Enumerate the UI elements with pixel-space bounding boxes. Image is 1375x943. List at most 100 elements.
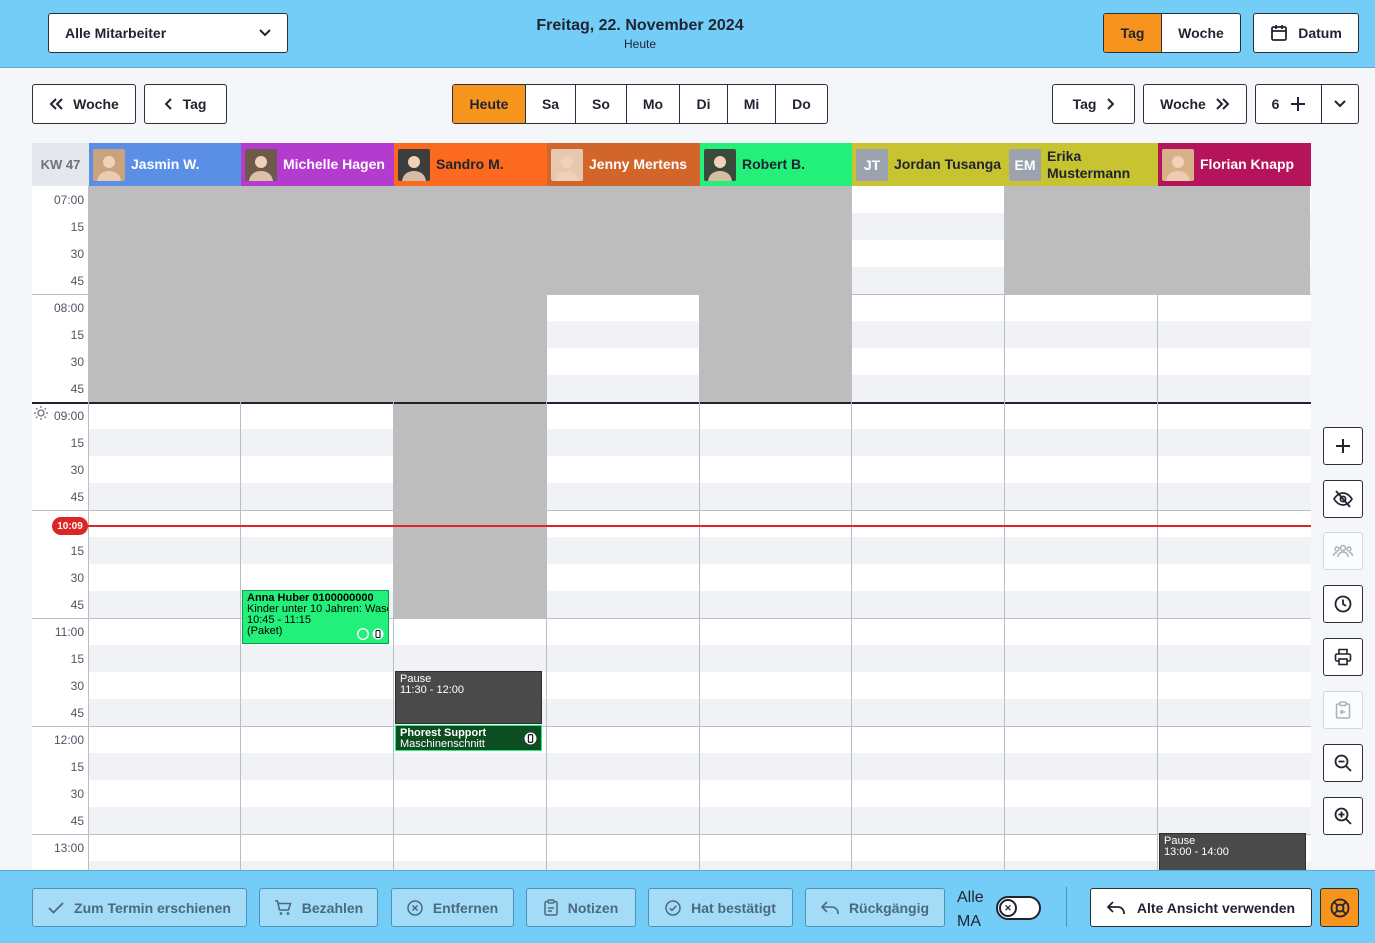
row-band [89, 807, 1311, 834]
employee-name: Jasmin W. [131, 156, 200, 172]
day-do[interactable]: Do [776, 85, 827, 123]
top-bar: Alle Mitarbeiter Freitag, 22. November 2… [0, 0, 1375, 68]
appointment-anna-huber[interactable]: Anna Huber 0100000000 Kinder unter 10 Ja… [242, 590, 389, 644]
prev-day-button[interactable]: Tag [144, 84, 227, 124]
next-day-button[interactable]: Tag [1052, 84, 1135, 124]
undo-label: Rückgängig [848, 899, 930, 916]
print-button[interactable] [1323, 638, 1363, 676]
employee-column-header[interactable]: Sandro M. [394, 143, 547, 186]
view-week-button[interactable]: Woche [1162, 14, 1240, 52]
phone-icon [372, 628, 384, 640]
employee-filter-select[interactable]: Alle Mitarbeiter [48, 13, 288, 53]
clipboard-icon [543, 899, 558, 916]
column-count-dropdown[interactable] [1322, 85, 1358, 123]
old-view-button[interactable]: Alte Ansicht verwenden [1090, 888, 1312, 927]
time-label: 30 [70, 571, 84, 585]
zoom-in-button[interactable] [1323, 797, 1363, 835]
employee-column-header[interactable]: EM Erika Mustermann [1005, 143, 1158, 186]
avatar [551, 148, 583, 181]
remove-button[interactable]: Entfernen [391, 888, 514, 927]
appointment-pause-florian[interactable]: Pause 13:00 - 14:00 [1159, 833, 1306, 870]
time-label: 15 [70, 760, 84, 774]
add-appointment-button[interactable] [1323, 427, 1363, 465]
prev-week-button[interactable]: Woche [32, 84, 136, 124]
arrived-button[interactable]: Zum Termin erschienen [32, 888, 247, 927]
time-button[interactable] [1323, 585, 1363, 623]
heart-icon [357, 628, 369, 640]
double-chevron-left-icon [49, 98, 63, 110]
row-band [89, 645, 1311, 672]
employee-name: Jordan Tusanga [894, 156, 1002, 172]
employee-column-header[interactable]: JT Jordan Tusanga [852, 143, 1005, 186]
time-label: 30 [70, 247, 84, 261]
undo-icon [820, 900, 839, 914]
check-icon [48, 901, 64, 914]
column-divider [851, 186, 852, 870]
help-button[interactable] [1320, 888, 1359, 927]
all-employees-toggle[interactable]: ✕ [996, 896, 1041, 920]
unavailable-block [1005, 186, 1157, 294]
day-mi[interactable]: Mi [728, 85, 776, 123]
all-employees-label: Alle MA [957, 889, 984, 930]
group-button[interactable] [1323, 532, 1363, 570]
check-circle-icon [665, 899, 681, 916]
row-band [89, 699, 1311, 726]
bottom-action-bar: Zum Termin erschienen Bezahlen Entfernen… [0, 870, 1375, 943]
confirmed-button[interactable]: Hat bestätigt [648, 888, 793, 927]
employee-column-header[interactable]: Robert B. [700, 143, 853, 186]
employee-name: Florian Knapp [1200, 156, 1295, 172]
time-label: 15 [70, 652, 84, 666]
x-icon: ✕ [999, 899, 1017, 917]
time-label: 30 [70, 463, 84, 477]
zoom-out-button[interactable] [1323, 744, 1363, 782]
next-week-button[interactable]: Woche [1143, 84, 1247, 124]
pay-button[interactable]: Bezahlen [259, 888, 378, 927]
date-title: Freitag, 22. November 2024 [536, 17, 744, 34]
employee-name: Robert B. [742, 156, 805, 172]
eye-off-icon [1333, 490, 1353, 508]
time-label: 30 [70, 787, 84, 801]
time-label: 45 [70, 598, 84, 612]
notes-button[interactable]: Notizen [526, 888, 636, 927]
life-ring-icon [1330, 898, 1349, 917]
view-day-button[interactable]: Tag [1104, 14, 1162, 52]
clock-icon [1334, 595, 1352, 613]
day-so[interactable]: So [576, 85, 627, 123]
remove-label: Entfernen [432, 899, 499, 916]
clipboard-icon [1335, 701, 1351, 719]
employee-name: Sandro M. [436, 156, 504, 172]
employee-column-header[interactable]: Jasmin W. [89, 143, 242, 186]
appointment-phorest-support[interactable]: Phorest Support Maschinenschnitt [395, 725, 542, 751]
arrived-label: Zum Termin erschienen [74, 899, 231, 916]
day-today[interactable]: Heute [453, 85, 526, 123]
time-label: 15 [70, 220, 84, 234]
employee-column-header[interactable]: Florian Knapp [1158, 143, 1311, 186]
paste-button[interactable] [1323, 691, 1363, 729]
column-count-add-button[interactable]: 6 [1256, 85, 1322, 123]
day-di[interactable]: Di [680, 85, 728, 123]
undo-button[interactable]: Rückgängig [805, 888, 945, 927]
day-mo[interactable]: Mo [627, 85, 680, 123]
day-sa[interactable]: Sa [526, 85, 576, 123]
time-label: 13:00 [53, 841, 84, 855]
date-picker-label: Datum [1298, 25, 1342, 41]
avatar [245, 148, 277, 181]
date-picker-button[interactable]: Datum [1253, 13, 1359, 53]
appointment-pause-sandro[interactable]: Pause 11:30 - 12:00 [395, 671, 542, 724]
avatar [1162, 148, 1194, 181]
chevron-left-icon [164, 98, 172, 110]
employee-column-header[interactable]: Jenny Mertens [547, 143, 700, 186]
column-divider [240, 186, 241, 870]
column-divider [1157, 186, 1158, 870]
time-label: 12:00 [53, 733, 84, 747]
time-label: 45 [70, 814, 84, 828]
hour-line [32, 618, 1311, 619]
column-divider [699, 186, 700, 870]
employee-name: Jenny Mertens [589, 156, 688, 172]
time-label: 30 [70, 355, 84, 369]
employee-name: Michelle Hagen [283, 156, 385, 172]
zoom-in-icon [1334, 807, 1352, 825]
employee-column-header[interactable]: Michelle Hagen [241, 143, 394, 186]
hide-button[interactable] [1323, 480, 1363, 518]
time-label: 15 [70, 436, 84, 450]
